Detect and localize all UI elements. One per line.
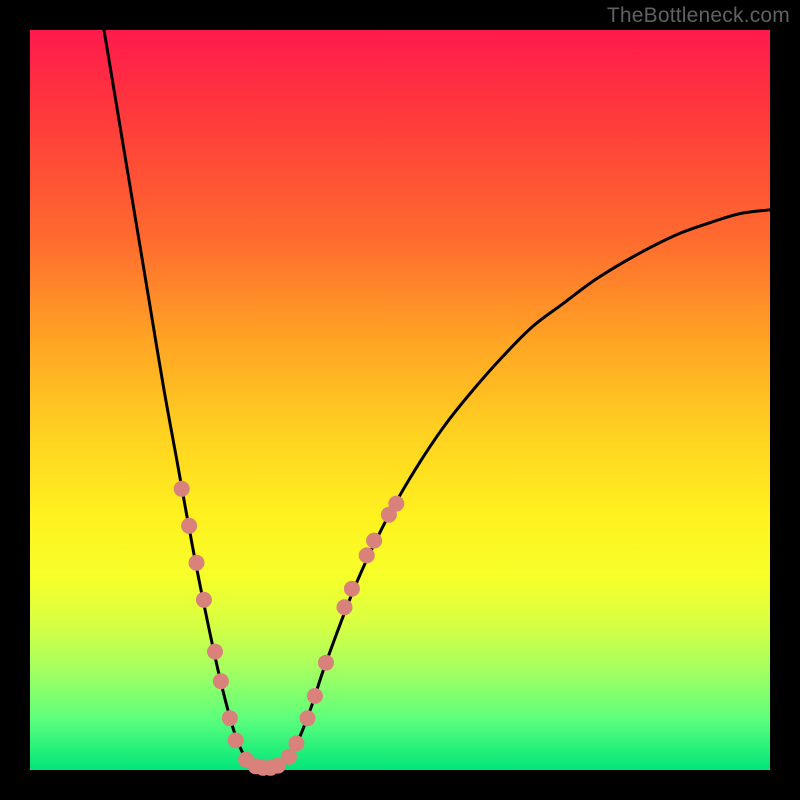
curve-layer — [30, 30, 770, 770]
data-marker — [181, 518, 197, 534]
plot-area — [30, 30, 770, 770]
data-marker — [228, 732, 244, 748]
data-marker — [337, 599, 353, 615]
data-marker — [288, 735, 304, 751]
data-marker — [359, 547, 375, 563]
chart-frame: TheBottleneck.com — [0, 0, 800, 800]
data-marker — [174, 481, 190, 497]
data-marker — [318, 655, 334, 671]
data-marker — [388, 496, 404, 512]
data-marker — [189, 555, 205, 571]
data-marker — [222, 710, 238, 726]
data-marker — [366, 533, 382, 549]
bottleneck-curve — [104, 30, 770, 769]
data-marker — [300, 710, 316, 726]
data-marker — [213, 673, 229, 689]
data-marker — [344, 581, 360, 597]
data-marker — [196, 592, 212, 608]
data-marker — [307, 688, 323, 704]
data-marker — [207, 644, 223, 660]
watermark-text: TheBottleneck.com — [607, 4, 790, 28]
